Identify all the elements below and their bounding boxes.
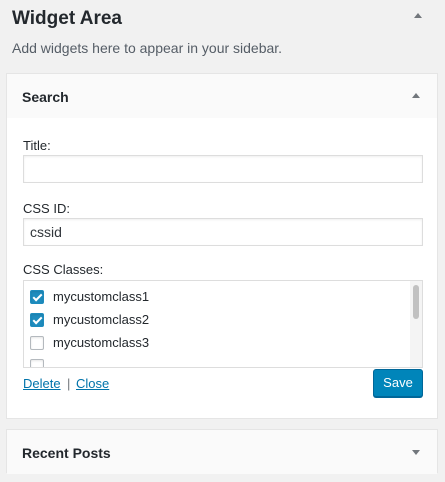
css-classes-list[interactable]: mycustomclass1 mycustomclass2 mycustomcl…: [23, 280, 423, 368]
scrollbar-thumb[interactable]: [413, 285, 419, 319]
css-id-input[interactable]: [23, 218, 423, 246]
scrollbar[interactable]: [410, 281, 422, 367]
css-id-label: CSS ID:: [23, 201, 70, 216]
caret-up-icon[interactable]: [412, 93, 420, 98]
widget-area-header[interactable]: Widget Area Add widgets here to appear i…: [0, 0, 445, 70]
checkbox[interactable]: [30, 290, 44, 304]
title-input[interactable]: [23, 155, 423, 183]
checkbox[interactable]: [30, 313, 44, 327]
delete-link[interactable]: Delete: [23, 376, 61, 391]
widget-area-title: Widget Area: [12, 8, 122, 29]
search-widget-header[interactable]: Search: [7, 74, 437, 118]
css-class-label: mycustomclass1: [53, 289, 150, 304]
recent-posts-widget-header[interactable]: Recent Posts: [7, 430, 437, 474]
search-widget: Search Title: CSS ID: CSS Classes: mycus…: [6, 73, 438, 419]
caret-down-icon[interactable]: [412, 450, 420, 455]
checkbox[interactable]: [30, 359, 44, 367]
checkbox[interactable]: [30, 336, 44, 350]
close-link[interactable]: Close: [76, 376, 109, 391]
css-classes-label: CSS Classes:: [23, 262, 104, 277]
save-button[interactable]: Save: [373, 369, 423, 397]
title-label: Title:: [23, 138, 51, 153]
css-class-label: mycustomclass3: [53, 335, 150, 350]
caret-up-icon[interactable]: [414, 13, 422, 18]
search-widget-title: Search: [22, 89, 69, 105]
recent-posts-widget-title: Recent Posts: [22, 445, 111, 461]
widget-area-description: Add widgets here to appear in your sideb…: [12, 40, 283, 56]
css-class-label: mycustomclass2: [53, 312, 150, 327]
recent-posts-widget[interactable]: Recent Posts: [6, 429, 438, 474]
link-separator: |: [67, 376, 71, 391]
